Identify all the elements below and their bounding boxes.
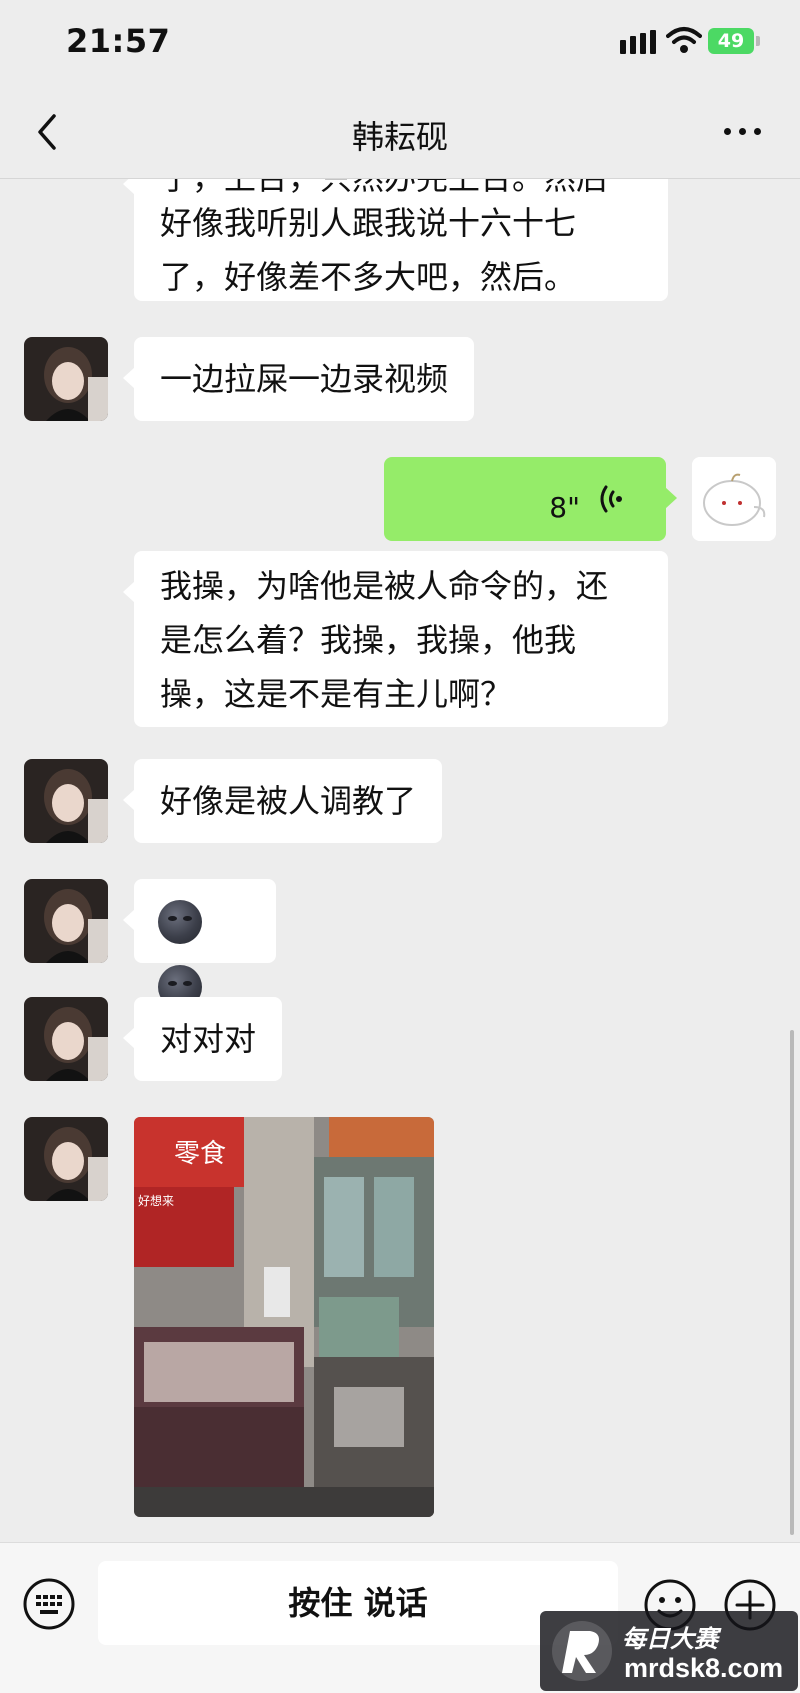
battery-level: 49 (708, 28, 754, 54)
scrollbar[interactable] (790, 1030, 794, 1535)
message-bubble[interactable]: 了，上台，只然办完上台。然后 好像我听别人跟我说十六十七 了，好像差不多大吧，然… (123, 179, 668, 301)
image-message[interactable]: 零食 好想来 (134, 1117, 434, 1517)
message-text: 操，这是不是有主儿啊？ (160, 675, 513, 713)
avatar[interactable] (24, 879, 108, 963)
message-text: 好像是被人调教了 (160, 782, 417, 820)
message-text: 好像我听别人跟我说十六十七 (160, 204, 577, 242)
voice-duration: 8" (549, 491, 580, 524)
message-bubble[interactable]: 对对对 (122, 997, 283, 1081)
input-bar: 按住 说话 每日大赛 mrdsk8.com (0, 1542, 800, 1693)
message-text: 对对对 (160, 1020, 257, 1058)
voice-wave-icon (600, 485, 622, 513)
wifi-icon (666, 27, 702, 53)
photo-sign-text: 好想来 (138, 1193, 174, 1208)
watermark: 每日大赛 mrdsk8.com (540, 1611, 798, 1691)
avatar[interactable] (692, 457, 776, 541)
avatar[interactable] (24, 1117, 108, 1201)
signal-icon (620, 30, 656, 54)
battery-icon: 49 (708, 28, 760, 56)
keyboard-icon[interactable] (22, 1577, 76, 1631)
chat-title: 韩耘砚 (351, 118, 448, 156)
message-bubble[interactable] (123, 879, 276, 1009)
voice-message[interactable]: 8" (384, 457, 677, 541)
nav-bar: 韩耘砚 (0, 86, 800, 179)
new-moon-face-icon (158, 900, 202, 944)
message-bubble[interactable]: 好像是被人调教了 (122, 759, 443, 843)
message-bubble[interactable]: 一边拉屎一边录视频 (122, 337, 475, 421)
watermark-text: 每日大赛 (622, 1625, 718, 1653)
message-text: 了，上台，只然办完上台。然后 (160, 179, 642, 196)
more-options-icon[interactable] (718, 116, 768, 146)
watermark-logo-icon (552, 1621, 612, 1681)
message-text: 一边拉屎一边录视频 (160, 360, 449, 398)
message-text: 是怎么着？我操，我操，他我 (160, 621, 577, 659)
photo-sign-text: 零食 (174, 1139, 226, 1169)
watermark-url: mrdsk8.com (624, 1653, 784, 1683)
avatar[interactable] (24, 759, 108, 843)
message-list[interactable]: 了，上台，只然办完上台。然后 好像我听别人跟我说十六十七 了，好像差不多大吧，然… (0, 179, 800, 1541)
message-bubble[interactable]: 我操，为啥他是被人命令的，还 是怎么着？我操，我操，他我 操，这是不是有主儿啊？ (123, 551, 668, 727)
avatar[interactable] (24, 337, 108, 421)
message-text: 了，好像差不多大吧，然后。 (160, 258, 577, 296)
status-bar: 21:57 49 (0, 0, 800, 86)
status-time: 21:57 (66, 22, 171, 60)
message-text: 我操，为啥他是被人命令的，还 (160, 567, 609, 605)
avatar[interactable] (24, 997, 108, 1081)
